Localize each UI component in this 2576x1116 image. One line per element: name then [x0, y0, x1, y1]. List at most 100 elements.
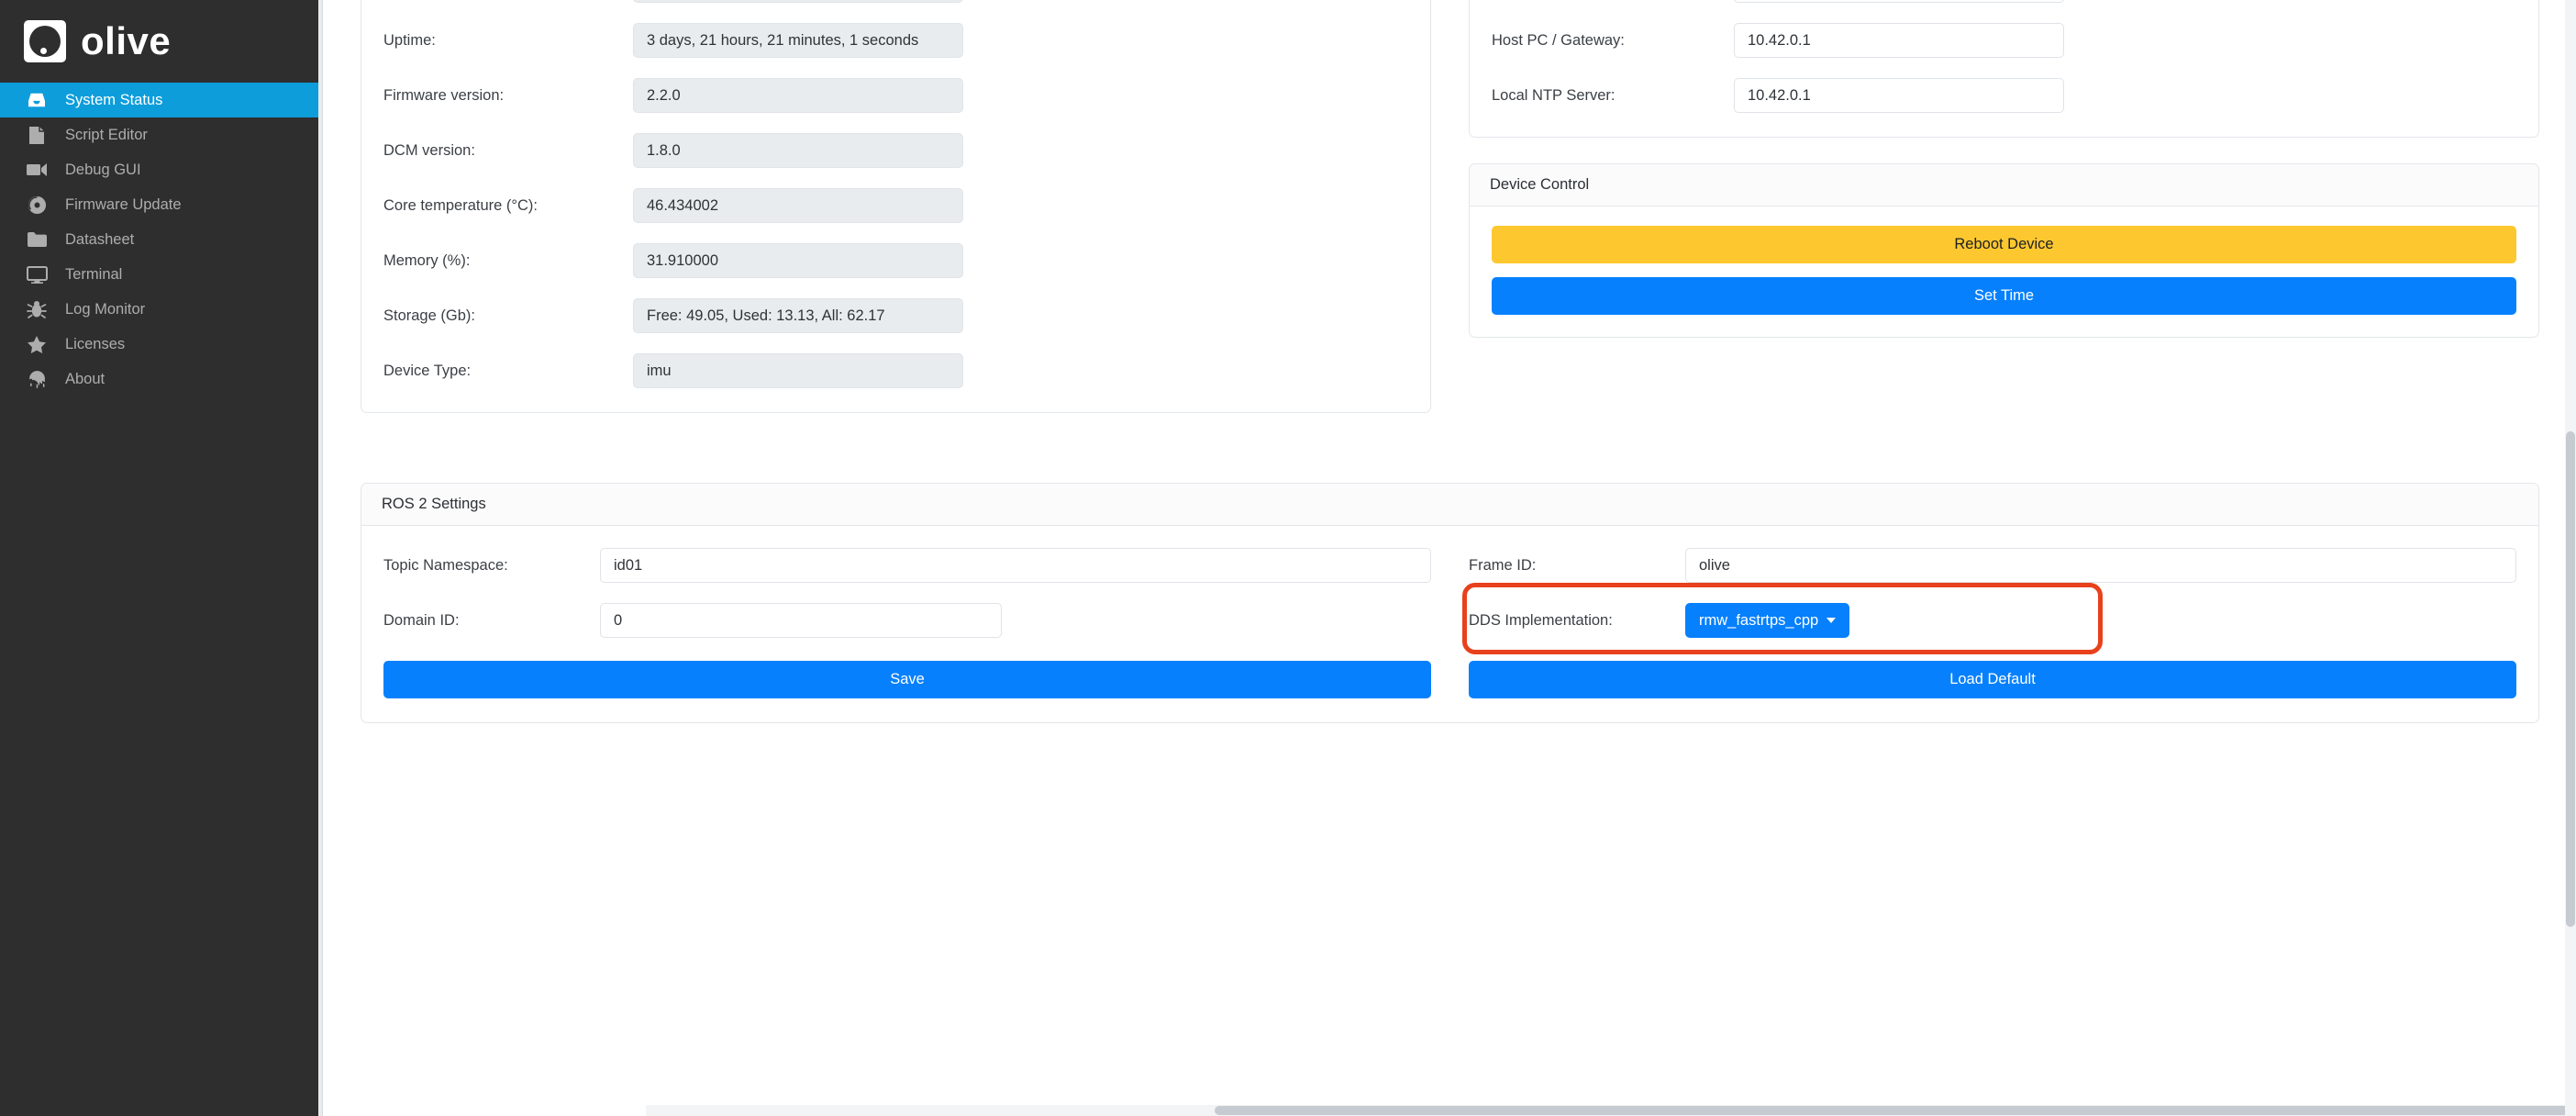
- status-label-memory: Memory (%):: [383, 251, 471, 269]
- sidebar-item-label: Log Monitor: [65, 300, 146, 318]
- vertical-scrollbar[interactable]: [2565, 0, 2576, 1116]
- sidebar-item-system-status[interactable]: System Status: [0, 83, 322, 117]
- sidebar-item-script-editor[interactable]: Script Editor: [0, 117, 322, 152]
- ros2-actions-row: Save Load Default: [383, 661, 2516, 698]
- device-control-card: Device Control Reboot Device Set Time: [1469, 163, 2539, 338]
- ros2-row-frame-id: Frame ID: olive: [1469, 548, 2516, 583]
- brand-name: olive: [81, 19, 172, 62]
- ros2-fields-grid: Topic Namespace: id01 Domain ID: 0 Frame…: [383, 548, 2516, 638]
- ros2-save-cell: Save: [383, 661, 1431, 698]
- status-value-storage[interactable]: Free: 49.05, Used: 13.13, All: 62.17: [633, 298, 963, 333]
- sidebar-item-label: Datasheet: [65, 230, 135, 248]
- status-label-firmware-version: Firmware version:: [383, 86, 505, 104]
- dds-implementation-value: rmw_fastrtps_cpp: [1699, 611, 1819, 629]
- network-value-network-mask[interactable]: 255.255.255.0: [1734, 0, 2064, 3]
- network-label-local-ntp-server: Local NTP Server:: [1492, 86, 1616, 104]
- ros2-settings-card: ROS 2 Settings Topic Namespace: id01 Dom…: [361, 483, 2539, 723]
- sidebar-item-licenses[interactable]: Licenses: [0, 327, 322, 362]
- app-root: olive System Status Script Editor Debug: [0, 0, 2576, 1116]
- status-row-serial-number: Serial Number: 1699287498301: [383, 0, 1408, 3]
- brand[interactable]: olive: [0, 0, 322, 83]
- reboot-device-button[interactable]: Reboot Device: [1492, 226, 2516, 263]
- horizontal-scrollbar-thumb[interactable]: [1215, 1106, 2576, 1115]
- ros2-label-dds-implementation: DDS Implementation:: [1469, 611, 1613, 629]
- network-value-local-ntp-server[interactable]: 10.42.0.1: [1734, 78, 2064, 113]
- fingerprint-icon: [24, 369, 50, 389]
- star-icon: [24, 334, 50, 354]
- bug-icon: [24, 299, 50, 319]
- sidebar-item-firmware-update[interactable]: Firmware Update: [0, 187, 322, 222]
- horizontal-scrollbar[interactable]: [646, 1105, 2576, 1116]
- status-value-firmware-version[interactable]: 2.2.0: [633, 78, 963, 113]
- ros2-right-column: Frame ID: olive DDS Implementation: rmw_…: [1469, 548, 2516, 638]
- network-row-local-ntp-server: Local NTP Server: 10.42.0.1: [1492, 78, 2516, 113]
- olive-circle-logo-icon: [24, 20, 66, 62]
- sidebar-edge-divider: [318, 0, 322, 1116]
- status-row-uptime: Uptime: 3 days, 21 hours, 21 minutes, 1 …: [383, 23, 1408, 58]
- sidebar-item-terminal[interactable]: Terminal: [0, 257, 322, 292]
- sidebar-nav: System Status Script Editor Debug GUI Fi…: [0, 83, 322, 396]
- status-label-dcm-version: DCM version:: [383, 141, 475, 159]
- status-row-device-type: Device Type: imu: [383, 353, 1408, 388]
- ros2-input-domain-id[interactable]: 0: [600, 603, 1002, 638]
- status-value-dcm-version[interactable]: 1.8.0: [633, 133, 963, 168]
- chevron-down-icon: [1827, 618, 1837, 623]
- top-cards-row: Serial Number: 1699287498301 Uptime: 3 d…: [361, 0, 2539, 413]
- sidebar-item-label: Script Editor: [65, 126, 148, 143]
- ros2-row-domain-id: Domain ID: 0: [383, 603, 1431, 638]
- network-row-network-mask: Network Mask: 255.255.255.0: [1492, 0, 2516, 3]
- set-time-button[interactable]: Set Time: [1492, 277, 2516, 315]
- status-label-device-type: Device Type:: [383, 362, 472, 379]
- status-label-uptime: Uptime:: [383, 31, 436, 49]
- device-control-title: Device Control: [1470, 164, 2538, 206]
- load-default-button[interactable]: Load Default: [1469, 661, 2516, 698]
- status-value-serial-number[interactable]: 1699287498301: [633, 0, 963, 3]
- network-settings-card: Network Mask: 255.255.255.0 Host PC / Ga…: [1469, 0, 2539, 138]
- sidebar-item-datasheet[interactable]: Datasheet: [0, 222, 322, 257]
- status-row-dcm-version: DCM version: 1.8.0: [383, 133, 1408, 168]
- status-row-memory: Memory (%): 31.910000: [383, 243, 1408, 278]
- video-camera-icon: [24, 160, 50, 180]
- ros2-input-topic-namespace[interactable]: id01: [600, 548, 1431, 583]
- sidebar-item-log-monitor[interactable]: Log Monitor: [0, 292, 322, 327]
- dds-implementation-dropdown[interactable]: rmw_fastrtps_cpp: [1685, 603, 1850, 638]
- network-row-host-pc-gateway: Host PC / Gateway: 10.42.0.1: [1492, 23, 2516, 58]
- desktop-icon: [24, 264, 50, 285]
- file-code-icon: [24, 125, 50, 145]
- sidebar-item-label: Licenses: [65, 335, 126, 352]
- sidebar-item-label: Debug GUI: [65, 161, 141, 178]
- sidebar-item-label: Terminal: [65, 265, 123, 283]
- sidebar-item-label: About: [65, 370, 105, 387]
- main-content: Serial Number: 1699287498301 Uptime: 3 d…: [323, 0, 2576, 1116]
- sidebar-item-about[interactable]: About: [0, 362, 322, 396]
- ros2-load-default-cell: Load Default: [1469, 661, 2516, 698]
- save-button[interactable]: Save: [383, 661, 1431, 698]
- system-status-card: Serial Number: 1699287498301 Uptime: 3 d…: [361, 0, 1431, 413]
- sidebar: olive System Status Script Editor Debug: [0, 0, 323, 1116]
- folder-icon: [24, 229, 50, 250]
- vertical-scrollbar-thumb[interactable]: [2566, 431, 2575, 927]
- status-value-core-temperature[interactable]: 46.434002: [633, 188, 963, 223]
- status-label-core-temperature: Core temperature (°C):: [383, 196, 538, 214]
- ros2-label-topic-namespace: Topic Namespace:: [383, 556, 508, 574]
- compact-disc-icon: [24, 195, 50, 215]
- sidebar-item-label: Firmware Update: [65, 195, 182, 213]
- status-row-core-temperature: Core temperature (°C): 46.434002: [383, 188, 1408, 223]
- network-column: Network Mask: 255.255.255.0 Host PC / Ga…: [1469, 0, 2539, 338]
- ros2-row-dds-implementation: DDS Implementation: rmw_fastrtps_cpp: [1469, 603, 2516, 638]
- status-column: Serial Number: 1699287498301 Uptime: 3 d…: [361, 0, 1431, 413]
- status-value-uptime[interactable]: 3 days, 21 hours, 21 minutes, 1 seconds: [633, 23, 963, 58]
- sidebar-item-debug-gui[interactable]: Debug GUI: [0, 152, 322, 187]
- ros2-left-column: Topic Namespace: id01 Domain ID: 0: [383, 548, 1431, 638]
- ros2-settings-title: ROS 2 Settings: [361, 484, 2538, 526]
- ros2-row-topic-namespace: Topic Namespace: id01: [383, 548, 1431, 583]
- inbox-icon: [24, 90, 50, 110]
- status-value-memory[interactable]: 31.910000: [633, 243, 963, 278]
- network-value-host-pc-gateway[interactable]: 10.42.0.1: [1734, 23, 2064, 58]
- ros2-label-frame-id: Frame ID:: [1469, 556, 1537, 574]
- status-row-storage: Storage (Gb): Free: 49.05, Used: 13.13, …: [383, 298, 1408, 333]
- network-label-host-pc-gateway: Host PC / Gateway:: [1492, 31, 1625, 49]
- ros2-input-frame-id[interactable]: olive: [1685, 548, 2516, 583]
- status-value-device-type[interactable]: imu: [633, 353, 963, 388]
- ros2-label-domain-id: Domain ID:: [383, 611, 460, 629]
